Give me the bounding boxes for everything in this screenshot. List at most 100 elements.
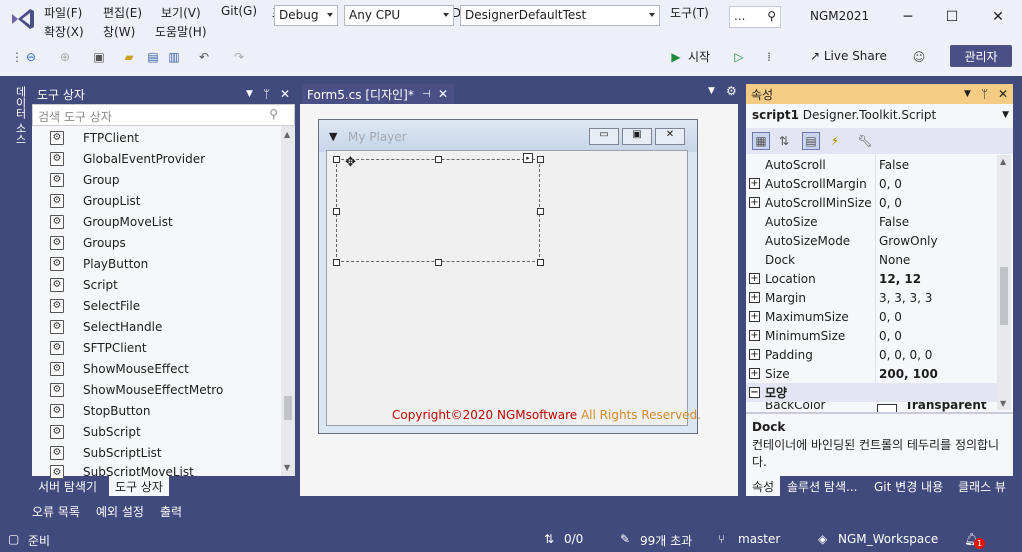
save-all-icon[interactable]: ▥ xyxy=(165,48,183,66)
resize-handle-se[interactable] xyxy=(537,259,544,266)
toolbox-item[interactable]: ⚙ Group xyxy=(50,169,120,190)
forward-icon[interactable]: ⊕ xyxy=(56,48,74,66)
description-splitter[interactable] xyxy=(746,412,1013,414)
menu-item[interactable]: 확장(X) xyxy=(44,23,84,40)
property-value[interactable]: 0, 0 xyxy=(879,177,902,191)
tab-server-explorer[interactable]: 서버 탐색기 xyxy=(32,476,103,496)
document-tab[interactable]: Form5.cs [디자인]* ⊣ ✕ xyxy=(302,84,454,104)
property-value[interactable]: False xyxy=(879,158,909,172)
save-icon[interactable]: ▤ xyxy=(144,48,162,66)
property-row[interactable]: + Size 200, 100 xyxy=(746,364,997,383)
toolbox-item[interactable]: ⚙ GroupMoveList xyxy=(50,211,173,232)
scroll-up-icon[interactable]: ▲ xyxy=(284,130,290,139)
expand-icon[interactable]: + xyxy=(749,330,760,341)
property-value[interactable]: 0, 0 xyxy=(879,196,902,210)
property-value[interactable]: 3, 3, 3, 3 xyxy=(879,291,932,305)
maximize-button[interactable]: ☐ xyxy=(934,4,970,30)
toolbox-scroll-thumb[interactable] xyxy=(284,395,292,420)
expand-icon[interactable]: + xyxy=(749,273,760,284)
property-category[interactable]: − 모양 xyxy=(746,383,997,402)
property-pages-icon[interactable]: 🔧︎ xyxy=(856,132,874,150)
toolbox-item[interactable]: ⚙ GlobalEventProvider xyxy=(50,148,205,169)
document-list-icon[interactable]: ▼ xyxy=(708,86,715,96)
properties-scroll-thumb[interactable] xyxy=(1000,267,1008,325)
property-row[interactable]: + Margin 3, 3, 3, 3 xyxy=(746,288,997,307)
close-button[interactable]: ✕ xyxy=(980,4,1016,30)
toolbox-item[interactable]: ⚙ Script xyxy=(50,274,118,295)
properties-menu-icon[interactable]: ▼ xyxy=(964,89,971,99)
live-share-button[interactable]: ↗ Live Share xyxy=(810,49,887,63)
toolbox-item[interactable]: ⚙ ShowMouseEffectMetro xyxy=(50,379,223,400)
properties-pin-icon[interactable]: ᛘ xyxy=(981,87,988,101)
toolbox-item[interactable]: ⚙ Groups xyxy=(50,232,126,253)
property-row[interactable]: AutoSizeMode GrowOnly xyxy=(746,231,997,250)
startup-combo[interactable]: DesignerDefaultTest xyxy=(460,5,660,26)
alphabetical-icon[interactable]: ⇅ xyxy=(775,132,793,150)
expand-icon[interactable]: + xyxy=(749,292,760,303)
toolbox-menu-icon[interactable]: ▼ xyxy=(246,89,253,99)
resize-handle-sw[interactable] xyxy=(333,259,340,266)
resize-handle-w[interactable] xyxy=(333,208,340,215)
new-project-icon[interactable]: ▣ xyxy=(90,48,108,66)
status-errors[interactable]: 99개 초과 xyxy=(640,532,692,549)
menu-item[interactable]: Git(G) xyxy=(221,4,257,18)
status-changes[interactable]: 0/0 xyxy=(564,532,583,546)
properties-close-icon[interactable]: ✕ xyxy=(998,87,1008,101)
menu-item[interactable]: 파일(F) xyxy=(44,4,82,21)
property-row[interactable]: BackColor Transparent xyxy=(746,402,997,412)
categorized-icon[interactable]: ▦ xyxy=(752,132,770,150)
platform-combo[interactable]: Any CPU xyxy=(344,5,454,26)
scroll-down-icon[interactable]: ▼ xyxy=(284,463,290,472)
tab-error-list[interactable]: 오류 목록 xyxy=(26,501,86,521)
property-value[interactable]: False xyxy=(879,215,909,229)
property-row[interactable]: + AutoScrollMargin 0, 0 xyxy=(746,174,997,193)
start-button-label[interactable]: 시작 xyxy=(688,48,710,65)
props-scroll-up-icon[interactable]: ▲ xyxy=(1000,157,1006,166)
script1-control[interactable] xyxy=(336,159,540,262)
tab-properties[interactable]: 속성 xyxy=(746,476,781,496)
property-value[interactable]: 0, 0 xyxy=(879,329,902,343)
smart-tag-icon[interactable]: ▸ xyxy=(523,153,533,163)
expand-icon[interactable]: + xyxy=(749,311,760,322)
toolbox-item[interactable]: ⚙ SelectFile xyxy=(50,295,140,316)
undo-icon[interactable]: ↶ xyxy=(195,48,213,66)
property-value[interactable]: None xyxy=(879,253,910,267)
menu-item[interactable]: 도움말(H) xyxy=(155,23,207,40)
props-scroll-down-icon[interactable]: ▼ xyxy=(1000,399,1006,408)
document-pin-icon[interactable]: ⊣ xyxy=(422,89,431,100)
toolbox-item[interactable]: ⚙ SubScript xyxy=(50,421,141,442)
toolbox-item[interactable]: ⚙ PlayButton xyxy=(50,253,148,274)
open-folder-icon[interactable]: ▰ xyxy=(120,48,138,66)
tab-output[interactable]: 출력 xyxy=(154,501,188,521)
config-combo[interactable]: Debug xyxy=(274,5,338,26)
property-row[interactable]: + MaximumSize 0, 0 xyxy=(746,307,997,326)
document-close-icon[interactable]: ✕ xyxy=(438,87,448,101)
properties-view-icon[interactable]: ▤ xyxy=(802,132,820,150)
events-icon[interactable]: ⚡ xyxy=(826,132,844,150)
property-value[interactable]: 12, 12 xyxy=(879,272,921,286)
property-value[interactable]: 0, 0 xyxy=(879,310,902,324)
property-value[interactable]: Transparent xyxy=(905,402,987,412)
resize-handle-s[interactable] xyxy=(435,259,442,266)
tab-class-view[interactable]: 클래스 뷰 xyxy=(952,476,1012,496)
redo-icon[interactable]: ↷ xyxy=(230,48,248,66)
property-row[interactable]: Dock None xyxy=(746,250,997,269)
properties-scrollbar[interactable]: ▲ ▼ xyxy=(997,155,1011,410)
collapse-icon[interactable]: − xyxy=(749,387,760,398)
menu-item[interactable]: 보기(V) xyxy=(161,4,201,21)
expand-icon[interactable]: + xyxy=(749,197,760,208)
menu-item[interactable]: 도구(T) xyxy=(670,4,709,21)
form-maximize-button[interactable]: ▣ xyxy=(622,128,652,145)
start-without-debug-icon[interactable]: ▷ xyxy=(730,48,748,66)
feedback-icon[interactable]: ☺ xyxy=(910,48,928,66)
property-row[interactable]: AutoScroll False xyxy=(746,155,997,174)
data-sources-tab[interactable]: 데이터 소스 xyxy=(8,84,28,146)
menu-item[interactable]: 편집(E) xyxy=(103,4,142,21)
resize-handle-ne[interactable] xyxy=(537,156,544,163)
resize-handle-e[interactable] xyxy=(537,208,544,215)
toolbox-pin-icon[interactable]: ᛘ xyxy=(263,87,270,101)
toolbox-search-input[interactable]: 검색 도구 상자 ⚲ xyxy=(32,104,295,126)
toolbox-close-icon[interactable]: ✕ xyxy=(280,87,290,101)
toolbox-scrollbar[interactable]: ▲ ▼ xyxy=(281,126,295,476)
form-close-button[interactable]: ✕ xyxy=(655,128,685,145)
